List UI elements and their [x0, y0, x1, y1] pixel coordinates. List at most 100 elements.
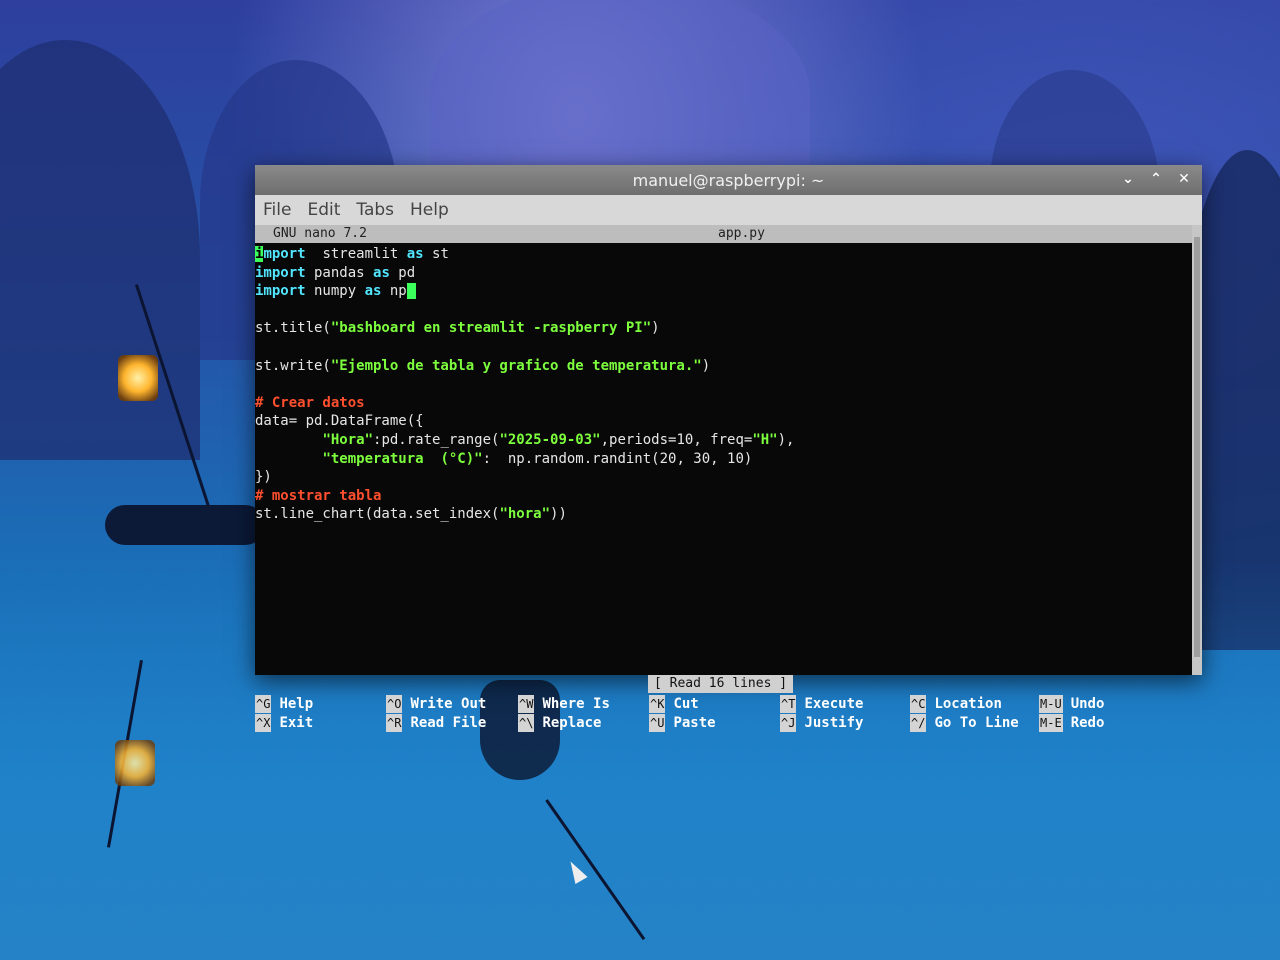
- code-token: st.title(: [255, 320, 331, 337]
- mountain-left: [0, 40, 200, 460]
- window-title: manuel@raspberrypi: ~: [632, 171, 825, 190]
- shortcut-execute[interactable]: ^T Execute: [780, 695, 863, 713]
- shortcut-where-is[interactable]: ^W Where Is: [518, 695, 610, 713]
- shortcut-paste[interactable]: ^U Paste: [649, 714, 716, 732]
- text-cursor-block: [406, 283, 416, 300]
- shortcut-key: ^\: [518, 714, 535, 732]
- nano-filename: app.py: [718, 226, 765, 241]
- code-token: )): [550, 506, 567, 523]
- shortcut-label: Location: [934, 696, 1002, 712]
- code-token: as: [406, 246, 424, 262]
- shortcut-key: ^W: [518, 695, 535, 713]
- shortcut-label: Replace: [542, 715, 602, 731]
- code-token: np: [381, 283, 407, 300]
- code-line: import numpy as np: [255, 282, 1192, 301]
- shortcut-key: ^R: [386, 714, 403, 732]
- menu-file[interactable]: File: [263, 200, 291, 220]
- shortcut-key: ^C: [910, 695, 927, 713]
- code-string: "bashboard en streamlit -raspberry PI": [330, 320, 652, 337]
- minimize-button[interactable]: ⌄: [1120, 169, 1136, 189]
- shortcut-replace[interactable]: ^\ Replace: [518, 714, 601, 732]
- shortcut-write-out[interactable]: ^O Write Out: [386, 695, 486, 713]
- code-area[interactable]: import streamlit as st import pandas as …: [255, 245, 1192, 524]
- shortcut-label: Redo: [1070, 715, 1105, 731]
- shortcut-key: ^J: [780, 714, 797, 732]
- vertical-scrollbar[interactable]: [1192, 225, 1202, 675]
- code-token: ),: [777, 431, 795, 448]
- shortcut-label: Go To Line: [934, 715, 1019, 731]
- code-line: import streamlit as st: [255, 245, 1192, 264]
- shortcut-redo[interactable]: M-E Redo: [1039, 714, 1104, 732]
- nano-header: GNU nano 7.2 app.py: [255, 225, 1192, 243]
- terminal-window[interactable]: manuel@raspberrypi: ~ ⌄ ⌃ ✕ File Edit Ta…: [255, 165, 1202, 732]
- shortcut-label: Undo: [1070, 696, 1105, 712]
- code-line: "temperatura (°C)": np.random.randint(20…: [255, 450, 1192, 469]
- code-token: ,periods=10, freq=: [600, 431, 753, 448]
- code-token: st.write(: [255, 357, 331, 374]
- code-token: streamlit: [305, 246, 407, 262]
- code-string: "hora": [499, 506, 551, 523]
- code-comment: # Crear datos: [255, 394, 365, 411]
- code-token: import: [255, 283, 306, 300]
- shortcut-label: Justify: [804, 715, 864, 731]
- code-comment: # mostrar tabla: [255, 487, 382, 504]
- maximize-button[interactable]: ⌃: [1148, 169, 1164, 189]
- shortcut-key: ^U: [649, 714, 666, 732]
- lantern-reflection-icon: [115, 740, 155, 786]
- window-titlebar[interactable]: manuel@raspberrypi: ~ ⌄ ⌃ ✕: [255, 165, 1202, 195]
- code-token: numpy: [305, 283, 365, 300]
- code-line: st.title("bashboard en streamlit -raspbe…: [255, 319, 1192, 338]
- code-string: "temperatura (°C)": [322, 450, 483, 467]
- shortcut-go-to-line[interactable]: ^/ Go To Line: [910, 714, 1019, 732]
- code-token: ): [701, 357, 711, 374]
- shortcut-label: Write Out: [410, 696, 487, 712]
- shortcut-location[interactable]: ^C Location: [910, 695, 1002, 713]
- lantern-icon: [118, 355, 158, 401]
- shortcut-label: Execute: [804, 696, 864, 712]
- scrollbar-thumb[interactable]: [1194, 237, 1200, 657]
- shortcut-key: ^G: [255, 695, 272, 713]
- status-message: [ Read 16 lines ]: [648, 675, 794, 693]
- code-string: "2025-09-03": [499, 431, 601, 448]
- nano-version: GNU nano 7.2: [273, 226, 367, 241]
- code-line: import pandas as pd: [255, 264, 1192, 283]
- shortcut-key: ^T: [780, 695, 797, 713]
- code-line: st.line_chart(data.set_index("hora")): [255, 505, 1192, 524]
- shortcut-undo[interactable]: M-U Undo: [1039, 695, 1104, 713]
- shortcut-key: M-E: [1039, 714, 1063, 732]
- code-line: st.write("Ejemplo de tabla y grafico de …: [255, 357, 1192, 376]
- menu-edit[interactable]: Edit: [307, 200, 340, 220]
- code-token: st.line_chart(data.set_index(: [255, 506, 500, 523]
- code-token: import: [255, 264, 306, 281]
- close-button[interactable]: ✕: [1176, 169, 1192, 189]
- shortcut-key: ^O: [386, 695, 403, 713]
- shortcut-label: Where Is: [542, 696, 610, 712]
- code-token: as: [373, 264, 390, 281]
- shortcut-key: ^X: [255, 714, 272, 732]
- shortcut-read-file[interactable]: ^R Read File: [386, 714, 486, 732]
- shortcut-label: Exit: [279, 715, 314, 731]
- code-token: :pd.rate_range(: [373, 431, 500, 448]
- menu-tabs[interactable]: Tabs: [356, 200, 394, 220]
- code-token: ): [651, 320, 660, 337]
- menu-help[interactable]: Help: [410, 200, 449, 220]
- code-token: pd: [389, 264, 416, 281]
- shortcut-cut[interactable]: ^K Cut: [649, 695, 699, 713]
- shortcut-justify[interactable]: ^J Justify: [780, 714, 863, 732]
- shortcut-label: Help: [279, 696, 314, 712]
- code-string: "Hora": [322, 431, 374, 448]
- shortcut-key: ^K: [649, 695, 666, 713]
- code-line: }): [255, 469, 272, 486]
- nano-editor[interactable]: GNU nano 7.2 app.py import streamlit as …: [255, 225, 1192, 732]
- shortcut-exit[interactable]: ^X Exit: [255, 714, 313, 732]
- shortcut-key: ^/: [910, 714, 927, 732]
- boat: [105, 505, 265, 545]
- shortcut-label: Paste: [673, 715, 716, 731]
- shortcut-help[interactable]: ^G Help: [255, 695, 313, 713]
- code-token: : np.random.randint(20, 30, 10): [482, 450, 753, 467]
- shortcut-label: Read File: [410, 715, 487, 731]
